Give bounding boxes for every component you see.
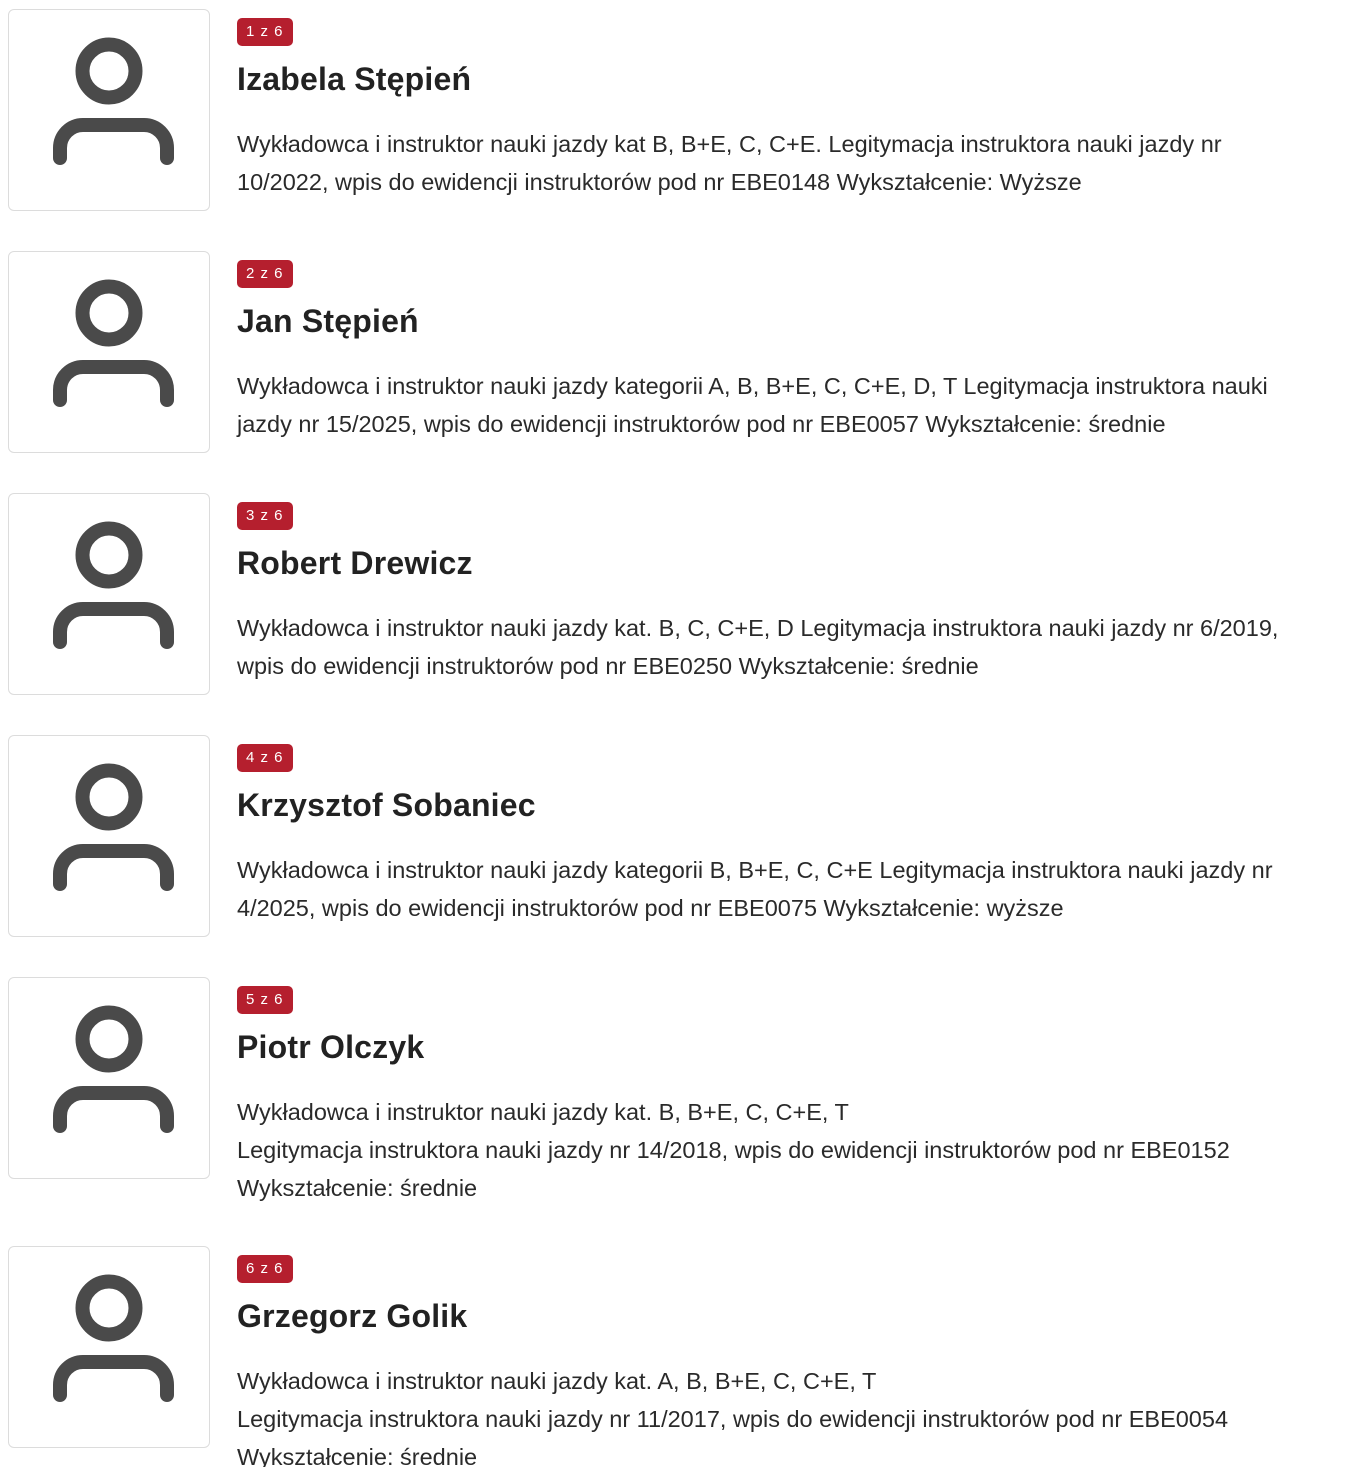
avatar	[8, 735, 210, 937]
instructor-description: Wykładowca i instruktor nauki jazdy kat.…	[237, 609, 1352, 685]
position-badge: 4 z 6	[237, 744, 293, 772]
user-icon	[53, 763, 174, 891]
description-line: Wykładowca i instruktor nauki jazdy kat.…	[237, 1368, 877, 1394]
position-badge: 3 z 6	[237, 502, 293, 530]
avatar	[8, 9, 210, 211]
description-line: 4/2025, wpis do ewidencji instruktorów p…	[237, 895, 1064, 921]
description-line: Wykładowca i instruktor nauki jazdy kate…	[237, 857, 1273, 883]
instructor-description: Wykładowca i instruktor nauki jazdy kat.…	[237, 1093, 1352, 1207]
instructor-name: Jan Stępień	[237, 303, 419, 339]
description-line: Wykładowca i instruktor nauki jazdy kat …	[237, 131, 1222, 157]
instructor-name: Grzegorz Golik	[237, 1298, 468, 1334]
description-line: wpis do ewidencji instruktorów pod nr EB…	[237, 653, 979, 679]
instructor-name: Piotr Olczyk	[237, 1029, 425, 1065]
instructor-name: Krzysztof Sobaniec	[237, 787, 536, 823]
user-icon	[53, 1005, 174, 1133]
instructor-list: 1 z 6 Izabela Stępień Wykładowca i instr…	[0, 0, 1354, 1467]
user-icon	[53, 521, 174, 649]
description-line: Wykładowca i instruktor nauki jazdy kate…	[237, 373, 1268, 399]
position-badge: 1 z 6	[237, 18, 293, 46]
description-line: Wykształcenie: średnie	[237, 1175, 478, 1201]
position-badge: 6 z 6	[237, 1255, 293, 1283]
user-icon	[53, 37, 174, 165]
avatar	[8, 251, 210, 453]
avatar	[8, 1246, 210, 1448]
instructor-description: Wykładowca i instruktor nauki jazdy kat …	[237, 125, 1352, 201]
avatar	[8, 493, 210, 695]
description-line: Wykształcenie: średnie	[237, 1444, 478, 1467]
user-icon	[53, 279, 174, 407]
description-line: jazdy nr 15/2025, wpis do ewidencji inst…	[237, 411, 1166, 437]
instructor-description: Wykładowca i instruktor nauki jazdy kate…	[237, 851, 1352, 927]
user-icon	[53, 1274, 174, 1402]
avatar	[8, 977, 210, 1179]
description-line: Wykładowca i instruktor nauki jazdy kat.…	[237, 1099, 849, 1125]
description-line: Legitymacja instruktora nauki jazdy nr 1…	[237, 1406, 1229, 1432]
description-line: 10/2022, wpis do ewidencji instruktorów …	[237, 169, 1082, 195]
description-line: Wykładowca i instruktor nauki jazdy kat.…	[237, 615, 1279, 641]
instructor-description: Wykładowca i instruktor nauki jazdy kat.…	[237, 1362, 1352, 1467]
position-badge: 5 z 6	[237, 986, 293, 1014]
instructor-description: Wykładowca i instruktor nauki jazdy kate…	[237, 367, 1352, 443]
instructor-name: Izabela Stępień	[237, 61, 472, 97]
description-line: Legitymacja instruktora nauki jazdy nr 1…	[237, 1137, 1230, 1163]
instructor-name: Robert Drewicz	[237, 545, 473, 581]
position-badge: 2 z 6	[237, 260, 293, 288]
